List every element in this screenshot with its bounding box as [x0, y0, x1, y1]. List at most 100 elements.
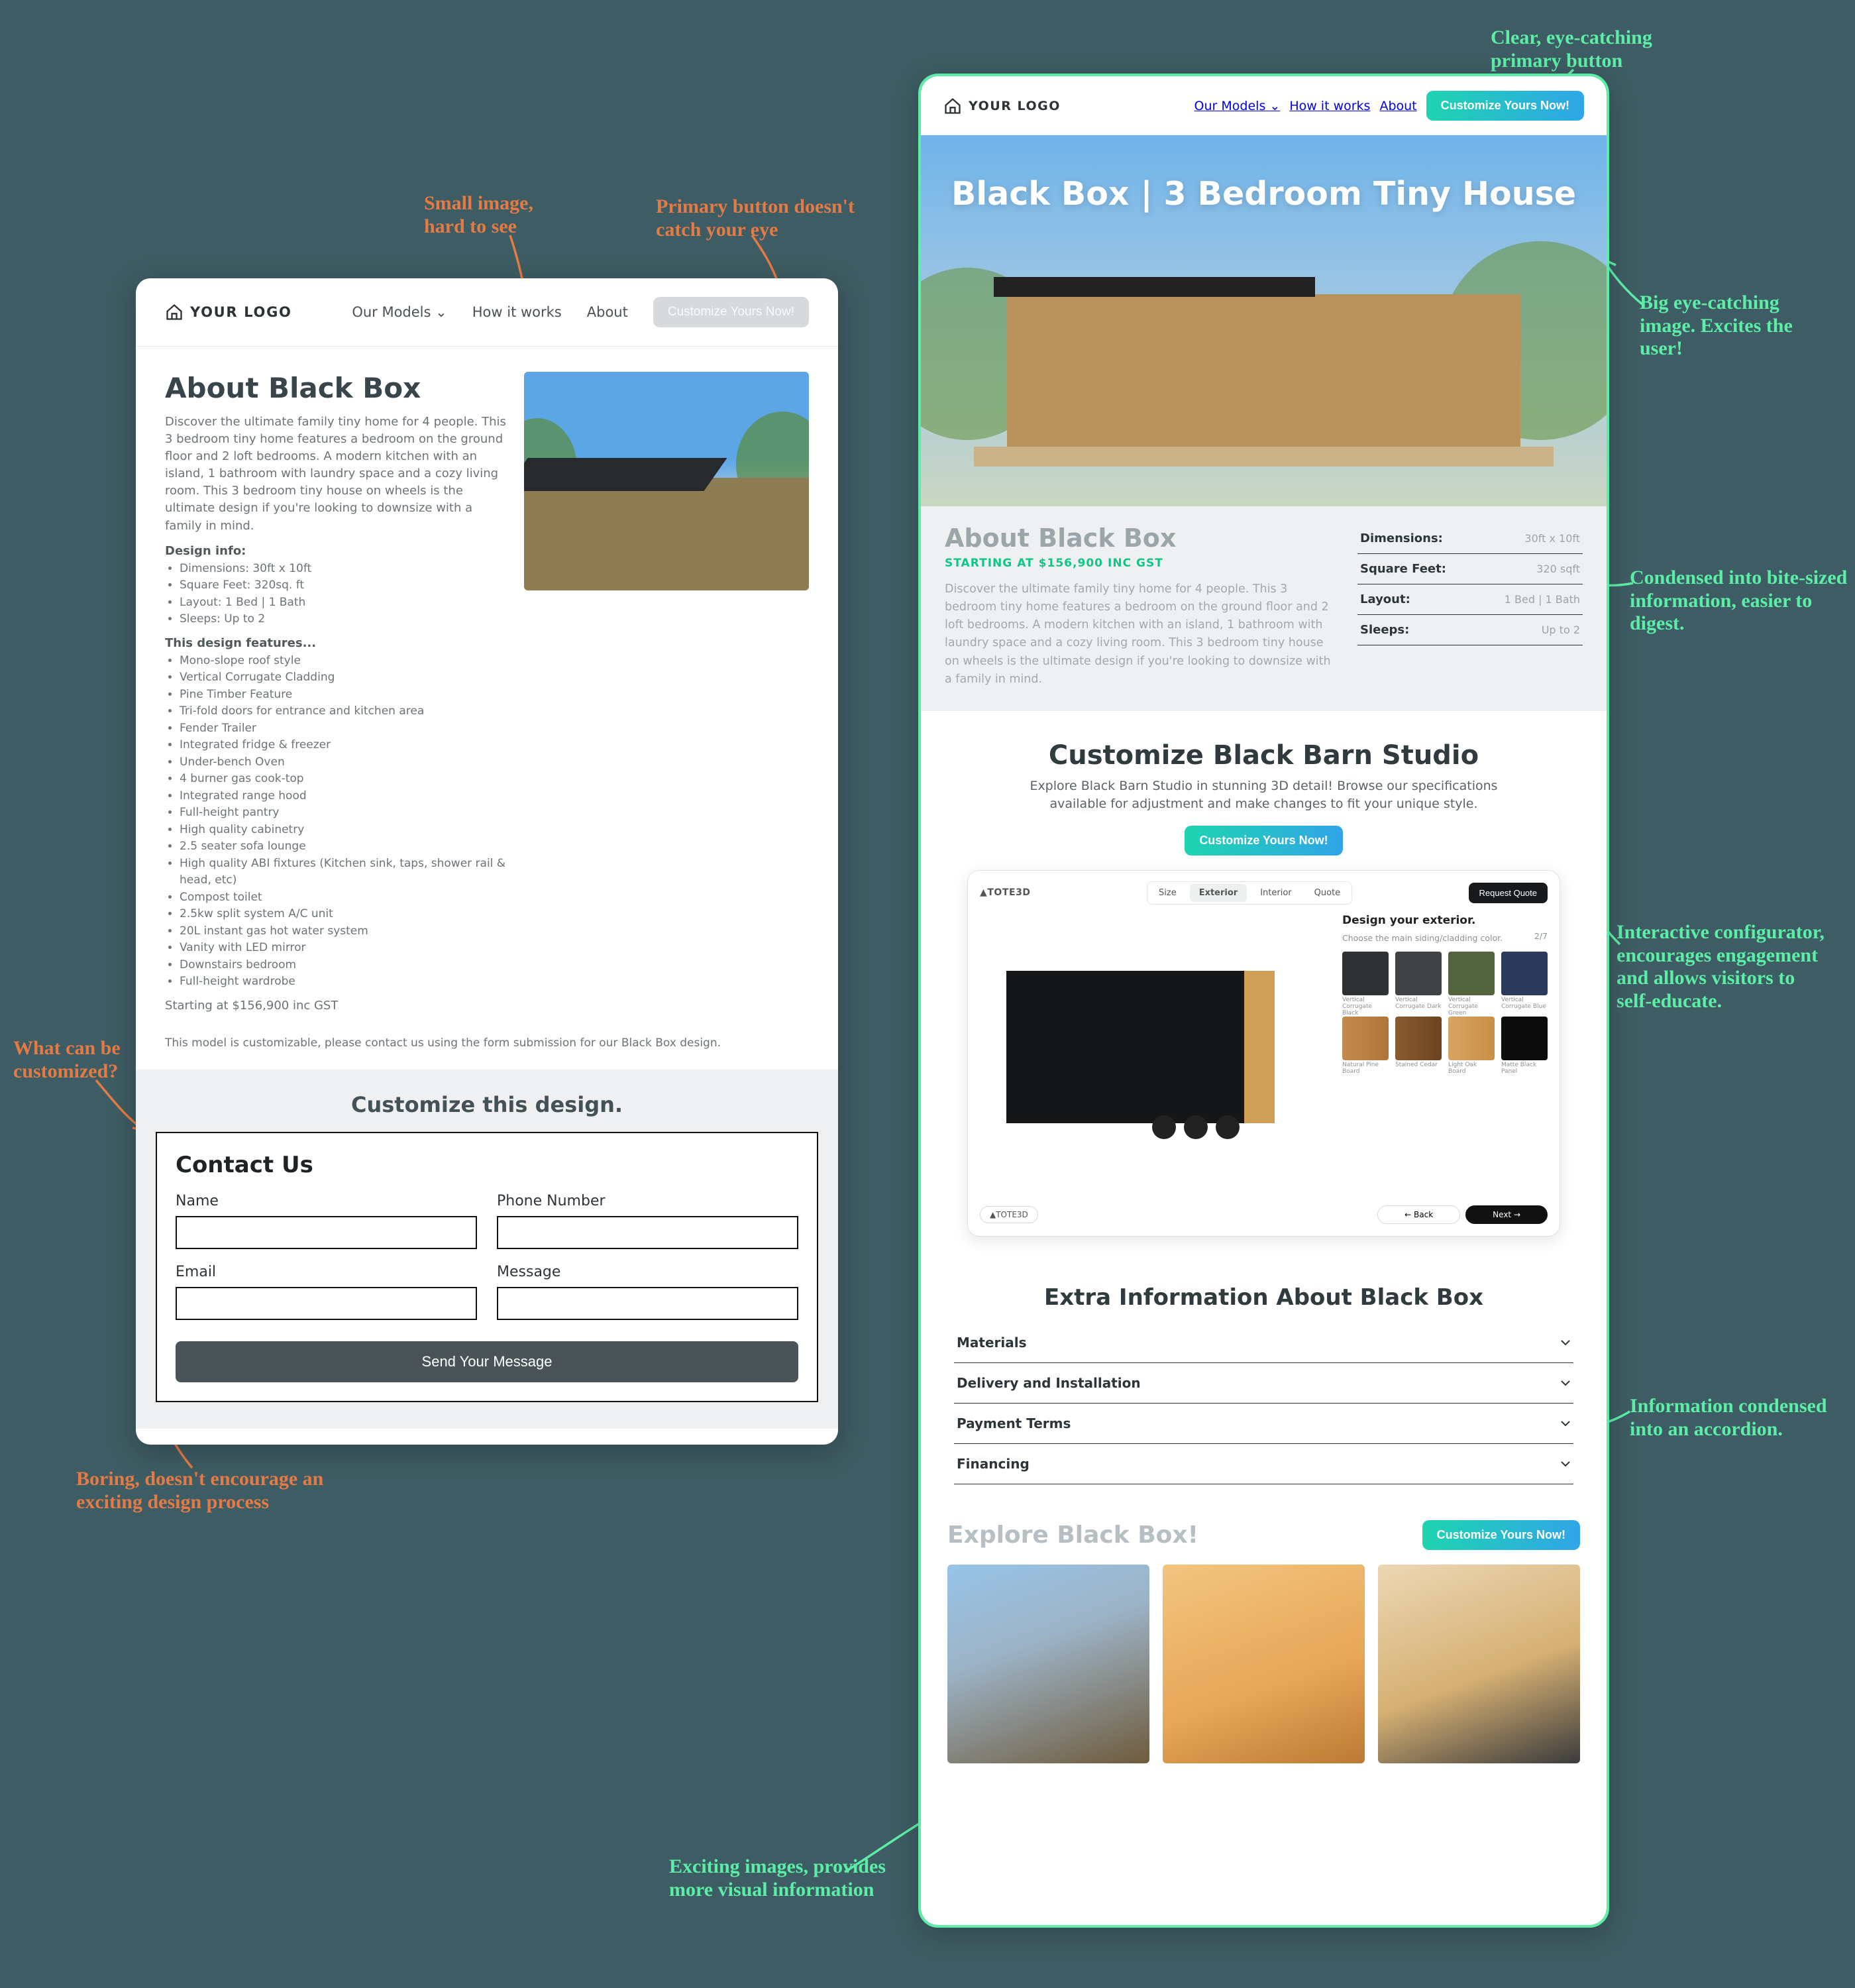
- list-item: Fender Trailer: [180, 720, 507, 738]
- request-quote-button[interactable]: Request Quote: [1469, 883, 1548, 903]
- about-section: About Black Box STARTING AT $156,900 INC…: [921, 506, 1607, 711]
- product-image-small: [524, 372, 809, 590]
- cfg-tabs: SizeExteriorInterior Quote: [1147, 881, 1352, 905]
- cfg-panel-sub: Choose the main siding/cladding color.: [1342, 933, 1503, 943]
- list-item: 2.5 seater sofa lounge: [180, 838, 507, 856]
- list-item: Full-height wardrobe: [180, 973, 507, 991]
- extra-info-heading: Extra Information About Black Box: [954, 1284, 1573, 1311]
- input-phone[interactable]: [497, 1216, 798, 1249]
- gallery: [947, 1565, 1580, 1763]
- list-item: Full-height pantry: [180, 804, 507, 822]
- about-paragraph: Discover the ultimate family tiny home f…: [945, 580, 1340, 689]
- design-info-label: Design info:: [165, 544, 507, 558]
- nav-how[interactable]: How it works: [472, 304, 562, 320]
- label-phone: Phone Number: [497, 1193, 798, 1209]
- chevron-down-icon: ⌄: [1269, 99, 1280, 113]
- input-name[interactable]: [176, 1216, 477, 1249]
- nav-models[interactable]: Our Models ⌄: [352, 304, 447, 320]
- cfg-next-button[interactable]: Next →: [1465, 1205, 1548, 1224]
- hero-title: Black Box | 3 Bedroom Tiny House: [921, 175, 1607, 213]
- nav-about[interactable]: About: [587, 304, 628, 320]
- swatch[interactable]: Vertical Corrugate Black: [1342, 952, 1389, 1010]
- list-item: Under-bench Oven: [180, 754, 507, 771]
- chevron-down-icon: ⌄: [435, 304, 447, 320]
- cfg-tab[interactable]: Exterior: [1190, 884, 1247, 902]
- list-item: Vertical Corrugate Cladding: [180, 669, 507, 687]
- list-item: 20L instant gas hot water system: [180, 923, 507, 940]
- list-item: Dimensions: 30ft x 10ft: [180, 561, 507, 578]
- accordion-row[interactable]: Delivery and Installation: [954, 1363, 1573, 1403]
- spec-row: Sleeps:Up to 2: [1357, 615, 1583, 645]
- list-item: Pine Timber Feature: [180, 687, 507, 704]
- house-icon: [165, 303, 184, 321]
- spec-row: Layout:1 Bed | 1 Bath: [1357, 584, 1583, 615]
- accordion-row[interactable]: Financing: [954, 1444, 1573, 1484]
- list-item: Square Feet: 320sq. ft: [180, 577, 507, 594]
- accordion: MaterialsDelivery and InstallationPaymen…: [954, 1323, 1573, 1484]
- contact-heading: Contact Us: [176, 1152, 798, 1178]
- customize-heading: Customize Black Barn Studio: [954, 740, 1573, 771]
- cfg-3d-viewer[interactable]: [980, 911, 1330, 1196]
- cfg-panel-heading: Design your exterior.: [1342, 914, 1548, 927]
- cfg-footer-brand: ▲TOTE3D: [980, 1206, 1038, 1223]
- annotation-what-custom: What can be customized?: [13, 1037, 121, 1083]
- about-heading: About Black Box: [165, 372, 507, 404]
- annotation-boring-form: Boring, doesn't encourage an exciting de…: [76, 1468, 323, 1514]
- list-item: Integrated range hood: [180, 788, 507, 805]
- swatch[interactable]: Matte Black Panel: [1501, 1017, 1548, 1075]
- chevron-down-icon: [1560, 1418, 1571, 1429]
- house-icon: [943, 97, 962, 115]
- cfg-back-button[interactable]: ← Back: [1377, 1205, 1460, 1224]
- about-heading: About Black Box: [945, 524, 1340, 553]
- spec-row: Dimensions:30ft x 10ft: [1357, 524, 1583, 554]
- gallery-image[interactable]: [947, 1565, 1149, 1763]
- input-message[interactable]: [497, 1287, 798, 1320]
- customize-heading: Customize this design.: [156, 1092, 818, 1117]
- swatch[interactable]: Vertical Corrugate Blue: [1501, 952, 1548, 1010]
- list-item: Vanity with LED mirror: [180, 940, 507, 957]
- cfg-brand: ▲TOTE3D: [980, 887, 1031, 898]
- swatch[interactable]: Stained Cedar: [1395, 1017, 1442, 1075]
- cfg-step-count: 2/7: [1534, 931, 1548, 941]
- cfg-tab[interactable]: Interior: [1251, 884, 1300, 902]
- swatch[interactable]: Light Oak Board: [1448, 1017, 1495, 1075]
- chevron-down-icon: [1560, 1459, 1571, 1469]
- list-item: Tri-fold doors for entrance and kitchen …: [180, 703, 507, 720]
- accordion-row[interactable]: Materials: [954, 1323, 1573, 1362]
- left-design-mock: YOUR LOGO Our Models ⌄ How it works Abou…: [136, 278, 838, 1445]
- spec-table: Dimensions:30ft x 10ftSquare Feet:320 sq…: [1357, 524, 1583, 689]
- customize-sub: Explore Black Barn Studio in stunning 3D…: [1012, 777, 1516, 814]
- cta-button-customize[interactable]: Customize Yours Now!: [1185, 826, 1342, 856]
- swatch[interactable]: Natural Pine Board: [1342, 1017, 1389, 1075]
- nav-models[interactable]: Our Models ⌄: [1194, 99, 1281, 113]
- navbar: YOUR LOGO Our Models ⌄ How it works Abou…: [136, 278, 838, 347]
- swatch[interactable]: Vertical Corrugate Dark: [1395, 952, 1442, 1010]
- customize-note: This model is customizable, please conta…: [165, 1036, 809, 1050]
- hero-image: Black Box | 3 Bedroom Tiny House: [921, 135, 1607, 506]
- cfg-tab[interactable]: Size: [1149, 884, 1186, 902]
- cta-button-primary[interactable]: Customize Yours Now!: [1426, 91, 1584, 121]
- cfg-tab[interactable]: Quote: [1305, 884, 1350, 902]
- annotation-small-image: Small image, hard to see: [424, 192, 533, 238]
- input-email[interactable]: [176, 1287, 477, 1320]
- annotation-configurator: Interactive configurator, encourages eng…: [1616, 921, 1825, 1013]
- list-item: Downstairs bedroom: [180, 957, 507, 974]
- annotation-big-image: Big eye-catching image. Excites the user…: [1640, 292, 1793, 360]
- list-item: 4 burner gas cook-top: [180, 771, 507, 788]
- accordion-row[interactable]: Payment Terms: [954, 1404, 1573, 1443]
- nav-how[interactable]: How it works: [1289, 99, 1370, 113]
- arrow-icon: [1600, 258, 1653, 311]
- submit-button[interactable]: Send Your Message: [176, 1341, 798, 1382]
- list-item: Integrated fridge & freezer: [180, 737, 507, 754]
- gallery-image[interactable]: [1163, 1565, 1365, 1763]
- spec-row: Square Feet:320 sqft: [1357, 554, 1583, 584]
- cta-button-explore[interactable]: Customize Yours Now!: [1422, 1520, 1580, 1550]
- design-info-list: Dimensions: 30ft x 10ftSquare Feet: 320s…: [180, 561, 507, 628]
- list-item: Sleeps: Up to 2: [180, 611, 507, 628]
- cta-button-dull[interactable]: Customize Yours Now!: [653, 297, 809, 327]
- label-name: Name: [176, 1193, 477, 1209]
- swatch[interactable]: Vertical Corrugate Green: [1448, 952, 1495, 1010]
- gallery-image[interactable]: [1378, 1565, 1580, 1763]
- nav-about[interactable]: About: [1379, 99, 1416, 113]
- annotation-clear-button: Clear, eye-catching primary button: [1491, 27, 1652, 72]
